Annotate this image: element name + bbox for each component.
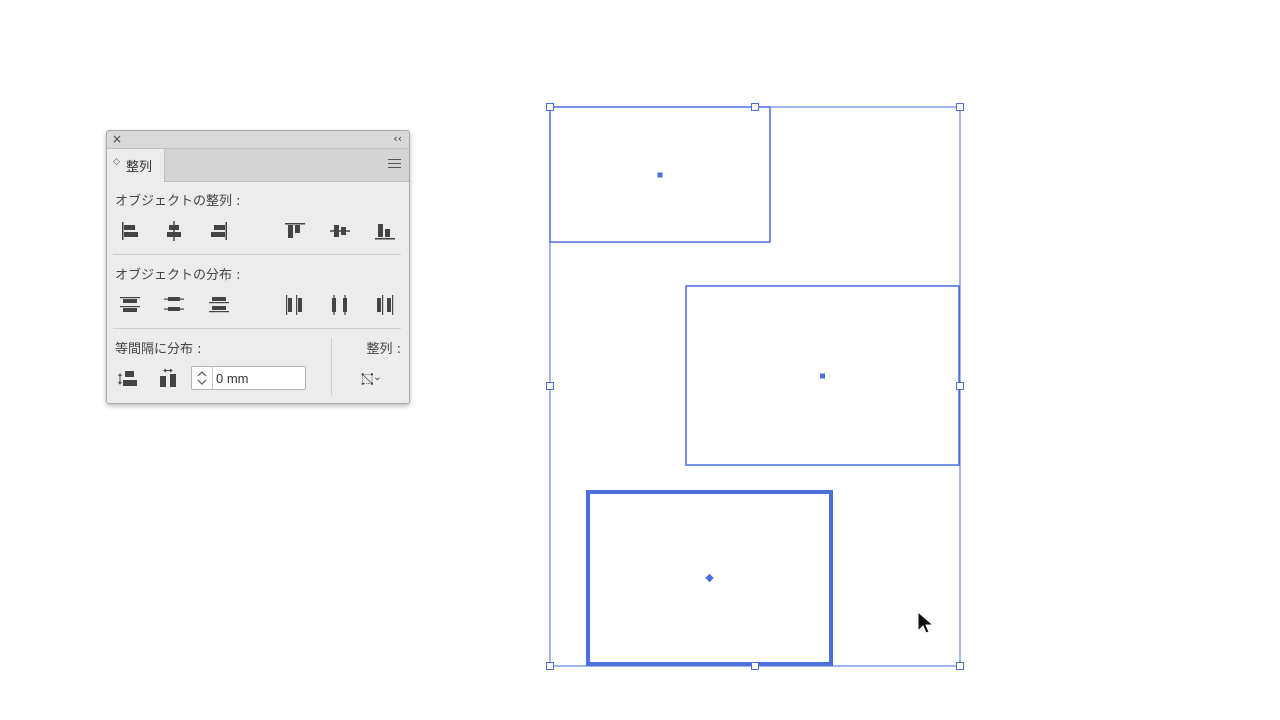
align-horizontal-center-button[interactable] (162, 219, 186, 243)
vertical-divider (331, 338, 332, 396)
vertical-distribute-space-button[interactable] (116, 367, 140, 391)
handle-top-left (546, 103, 554, 111)
align-to-selection-icon (361, 373, 380, 385)
align-horizontal-center-icon (167, 221, 181, 241)
center-point-key-object (705, 573, 714, 583)
panel-menu-icon[interactable] (388, 159, 401, 170)
distribute-left-button[interactable] (283, 293, 307, 317)
selection-handles[interactable] (546, 103, 964, 670)
close-icon[interactable]: × (112, 131, 122, 148)
tab-label: 整列 (126, 160, 153, 175)
horizontal-distribute-space-button[interactable] (157, 367, 181, 391)
mouse-pointer-icon (917, 611, 935, 634)
handle-middle-right (956, 382, 964, 390)
align-bottom-icon (375, 224, 395, 240)
tab-expand-icon[interactable]: ◇ (113, 157, 120, 167)
distribute-objects-label: オブジェクトの分布 : (115, 268, 241, 283)
align-top-icon (285, 223, 305, 238)
distribute-top-button[interactable] (118, 293, 142, 317)
center-point-top-left (657, 172, 663, 178)
handle-middle-left (546, 382, 554, 390)
distribute-vertical-center-button[interactable] (162, 293, 186, 317)
collapse-panel-icon[interactable]: ‹‹ (393, 131, 402, 147)
handle-top-center (751, 103, 759, 111)
panel-title-bar[interactable]: × ‹‹ (107, 131, 409, 149)
horizontal-distribute-space-icon (160, 368, 176, 387)
vertical-distribute-space-icon (118, 371, 137, 386)
distribute-bottom-button[interactable] (207, 293, 231, 317)
handle-bottom-center (751, 662, 759, 670)
align-to-selection-dropdown[interactable] (360, 367, 396, 391)
handle-top-right (956, 103, 964, 111)
align-panel: × ‹‹ ◇ 整列 オブジェクトの整列 : オブジェクトの分布 : 等間隔に分布… (106, 130, 410, 404)
distribute-top-icon (120, 297, 140, 312)
align-left-button[interactable] (118, 219, 142, 243)
selection-bounding-box[interactable] (549, 106, 961, 667)
stepper-arrows-icon (197, 371, 207, 385)
distribute-right-icon (377, 295, 394, 315)
align-bottom-button[interactable] (373, 219, 397, 243)
panel-tab-bar: ◇ 整列 (107, 149, 409, 182)
align-right-button[interactable] (207, 219, 231, 243)
align-right-icon (211, 222, 227, 240)
center-point-middle-right (820, 373, 825, 379)
distribute-horizontal-center-button[interactable] (328, 293, 352, 317)
align-objects-label: オブジェクトの整列 : (115, 194, 241, 209)
align-left-icon (122, 222, 138, 240)
distribute-spacing-label: 等間隔に分布 : (115, 342, 202, 357)
distribute-right-button[interactable] (373, 293, 397, 317)
handle-bottom-right (956, 662, 964, 670)
distribute-left-icon (286, 295, 302, 315)
spacing-input[interactable] (216, 369, 302, 387)
spacing-field[interactable] (191, 366, 306, 390)
section-divider (113, 328, 401, 329)
distribute-horizontal-center-icon (332, 295, 347, 315)
align-vertical-center-icon (330, 225, 350, 237)
section-divider (113, 254, 401, 255)
handle-bottom-left (546, 662, 554, 670)
align-to-label: 整列 : (366, 342, 401, 357)
tab-align[interactable]: ◇ 整列 (107, 149, 165, 182)
distribute-bottom-icon (209, 297, 229, 313)
align-top-button[interactable] (283, 219, 307, 243)
align-vertical-center-button[interactable] (328, 219, 352, 243)
distribute-vertical-center-icon (164, 297, 184, 311)
spacing-stepper[interactable] (192, 367, 213, 389)
